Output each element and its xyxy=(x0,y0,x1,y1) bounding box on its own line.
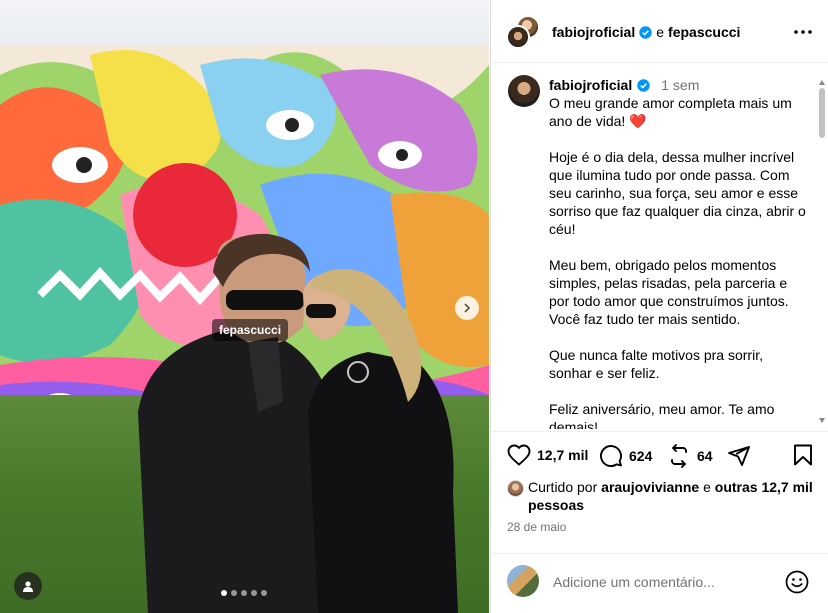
carousel-dot xyxy=(221,590,227,596)
comment-button[interactable]: 624 xyxy=(599,444,652,468)
person-icon xyxy=(23,581,33,592)
liked-by-middle: e xyxy=(703,479,711,495)
author-conjunction: e xyxy=(656,24,665,40)
instagram-post-viewer: fepascucci fabiojroficial e fepascucci f… xyxy=(0,0,828,613)
carousel-dot xyxy=(261,590,267,596)
more-options-icon xyxy=(794,30,812,34)
share-icon xyxy=(728,446,750,466)
liked-by-prefix: Curtido por xyxy=(528,479,598,495)
caption-paragraph: Meu bem, obrigado pelos momentos simples… xyxy=(549,257,789,327)
liker-avatar[interactable] xyxy=(507,480,524,497)
save-icon xyxy=(794,444,812,466)
share-button[interactable] xyxy=(727,444,751,468)
post-header: fabiojroficial e fepascucci xyxy=(491,0,828,63)
carousel-next-button[interactable] xyxy=(455,296,479,320)
likes-count: 12,7 mil xyxy=(537,447,589,463)
author-username[interactable]: fabiojroficial xyxy=(552,24,635,40)
post-authors: fabiojroficial e fepascucci xyxy=(552,24,740,40)
scrollbar-thumb[interactable] xyxy=(819,88,825,138)
scroll-down-arrow-icon[interactable] xyxy=(819,418,825,423)
emoji-button[interactable] xyxy=(785,570,809,594)
carousel-indicator xyxy=(221,590,267,596)
heart-icon xyxy=(507,444,531,466)
caption-paragraph: Hoje é o dia dela, dessa mulher incrível… xyxy=(549,149,806,237)
comment-input[interactable] xyxy=(553,572,773,592)
couple-figure xyxy=(138,233,458,613)
emoji-icon xyxy=(785,570,809,594)
caption-area: fabiojroficial 1 sem O meu grande amor c… xyxy=(491,63,828,429)
caption-paragraph: Que nunca falte motivos pra sorrir, sonh… xyxy=(549,347,763,381)
post-actions: 12,7 mil 624 64 xyxy=(491,431,828,483)
repost-button[interactable]: 64 xyxy=(667,444,713,468)
more-options-button[interactable] xyxy=(793,22,813,42)
add-comment-bar xyxy=(491,553,828,613)
current-user-avatar xyxy=(507,565,539,597)
liker-username[interactable]: araujovivianne xyxy=(601,479,699,495)
carousel-dot xyxy=(241,590,247,596)
post-photo[interactable]: fepascucci xyxy=(0,0,489,613)
liked-by-text: Curtido por araujovivianne e outras 12,7… xyxy=(528,478,817,514)
post-date[interactable]: 28 de maio xyxy=(507,520,566,534)
carousel-dot xyxy=(251,590,257,596)
caption-scrollbar[interactable] xyxy=(818,80,826,426)
avatar-author[interactable] xyxy=(506,25,530,49)
caption-author-username[interactable]: fabiojroficial xyxy=(549,77,632,93)
coauthor-username[interactable]: fepascucci xyxy=(668,24,740,40)
repost-icon xyxy=(671,444,687,468)
caption-text: O meu grande amor completa mais um ano d… xyxy=(549,94,807,429)
scroll-up-arrow-icon[interactable] xyxy=(819,80,825,85)
verified-badge-icon xyxy=(637,78,650,92)
comment-icon xyxy=(600,445,622,467)
like-button[interactable]: 12,7 mil xyxy=(507,444,588,466)
caption-paragraph: Feliz aniversário, meu amor. Te amo dema… xyxy=(549,401,775,429)
caption-header: fabiojroficial 1 sem xyxy=(549,77,699,93)
verified-badge-icon xyxy=(639,25,652,39)
caption-author-avatar[interactable] xyxy=(508,75,540,107)
comments-count: 624 xyxy=(629,448,653,464)
photo-user-tag[interactable]: fepascucci xyxy=(212,319,289,341)
tagged-users-button[interactable] xyxy=(14,572,42,600)
reposts-count: 64 xyxy=(697,448,713,464)
collab-avatars[interactable] xyxy=(506,15,540,49)
caption-paragraph: O meu grande amor completa mais um ano d… xyxy=(549,95,792,129)
save-button[interactable] xyxy=(793,444,813,466)
post-details-panel: fabiojroficial e fepascucci fabiojrofici… xyxy=(490,0,828,613)
carousel-dot xyxy=(231,590,237,596)
liked-by-summary[interactable]: Curtido por araujovivianne e outras 12,7… xyxy=(507,478,817,514)
chevron-right-icon xyxy=(464,303,471,313)
caption-timestamp[interactable]: 1 sem xyxy=(661,77,699,93)
